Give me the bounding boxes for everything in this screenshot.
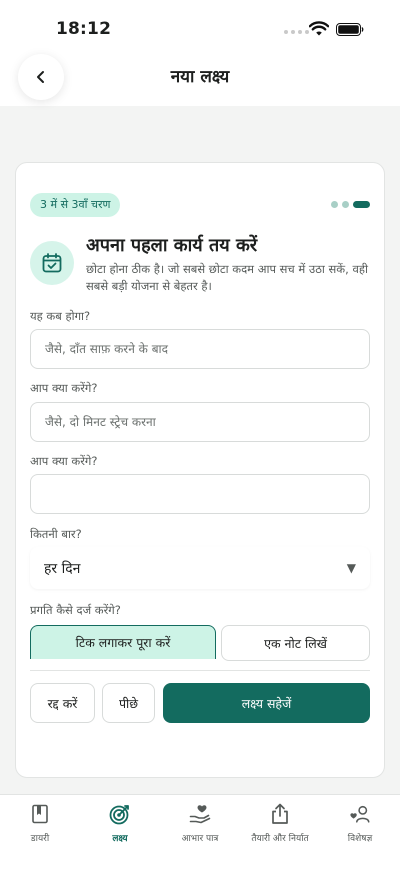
heart-hand-icon xyxy=(189,803,211,825)
signal-dots-icon xyxy=(284,30,309,34)
tab-gratitude[interactable]: आभार पात्र xyxy=(160,803,240,844)
header: नया लक्ष्य xyxy=(0,54,400,106)
step-dot xyxy=(342,201,349,208)
goal-form-card: 3 में से 3वाँ चरण अपना पहला कार्य तय करे… xyxy=(15,162,385,778)
book-icon xyxy=(29,803,51,825)
step-dot-active xyxy=(353,201,370,208)
caret-down-icon: ▼ xyxy=(346,561,356,575)
tab-prep-export[interactable]: तैयारी और निर्यात xyxy=(240,803,320,844)
frequency-label: कितनी बार? xyxy=(30,527,82,541)
frequency-value: हर दिन xyxy=(44,560,81,577)
bottom-tab-bar: डायरी लक्ष्य आभार पात्र तैयारी और निर्या… xyxy=(0,794,400,869)
section-title: अपना पहला कार्य तय करें xyxy=(86,235,258,256)
step-dot xyxy=(331,201,338,208)
cancel-button[interactable]: रद्द करें xyxy=(30,683,95,723)
what-label-2: आप क्या करेंगे? xyxy=(30,454,98,468)
tab-label: लक्ष्य xyxy=(112,834,128,844)
step-badge: 3 में से 3वाँ चरण xyxy=(30,193,121,217)
when-label: यह कब होगा? xyxy=(30,309,91,323)
tab-expert[interactable]: विशेषज्ञ xyxy=(320,803,400,844)
status-time: 18:12 xyxy=(56,19,112,39)
tab-label: तैयारी और निर्यात xyxy=(251,834,309,844)
tick-complete-option[interactable]: टिक लगाकर पूरा करें xyxy=(30,625,216,659)
what-input-2[interactable] xyxy=(30,474,370,514)
when-input[interactable] xyxy=(30,329,370,369)
tab-diary[interactable]: डायरी xyxy=(0,803,80,844)
expert-icon xyxy=(349,803,371,825)
frequency-select[interactable]: हर दिन ▼ xyxy=(30,547,370,589)
what-input[interactable] xyxy=(30,402,370,442)
previous-button[interactable]: पीछे xyxy=(102,683,155,723)
tab-label: आभार पात्र xyxy=(181,834,219,844)
tab-goals[interactable]: लक्ष्य xyxy=(80,803,160,844)
calendar-check-icon xyxy=(30,241,74,285)
save-goal-button[interactable]: लक्ष्य सहेजें xyxy=(163,683,370,723)
divider xyxy=(30,670,370,671)
wifi-icon xyxy=(309,21,329,36)
battery-icon xyxy=(336,23,364,36)
page-title: नया लक्ष्य xyxy=(170,67,230,87)
progress-label: प्रगति कैसे दर्ज करेंगे? xyxy=(30,603,121,617)
share-upload-icon xyxy=(269,803,291,825)
target-icon xyxy=(109,803,131,825)
tab-label: विशेषज्ञ xyxy=(347,834,373,844)
what-label: आप क्या करेंगे? xyxy=(30,381,98,395)
write-note-option[interactable]: एक नोट लिखें xyxy=(221,625,370,661)
section-description: छोटा होना ठीक है। जो सबसे छोटा कदम आप सच… xyxy=(86,262,368,293)
status-bar: 18:12 xyxy=(0,0,400,56)
step-progress xyxy=(331,201,370,208)
tab-label: डायरी xyxy=(30,834,50,844)
